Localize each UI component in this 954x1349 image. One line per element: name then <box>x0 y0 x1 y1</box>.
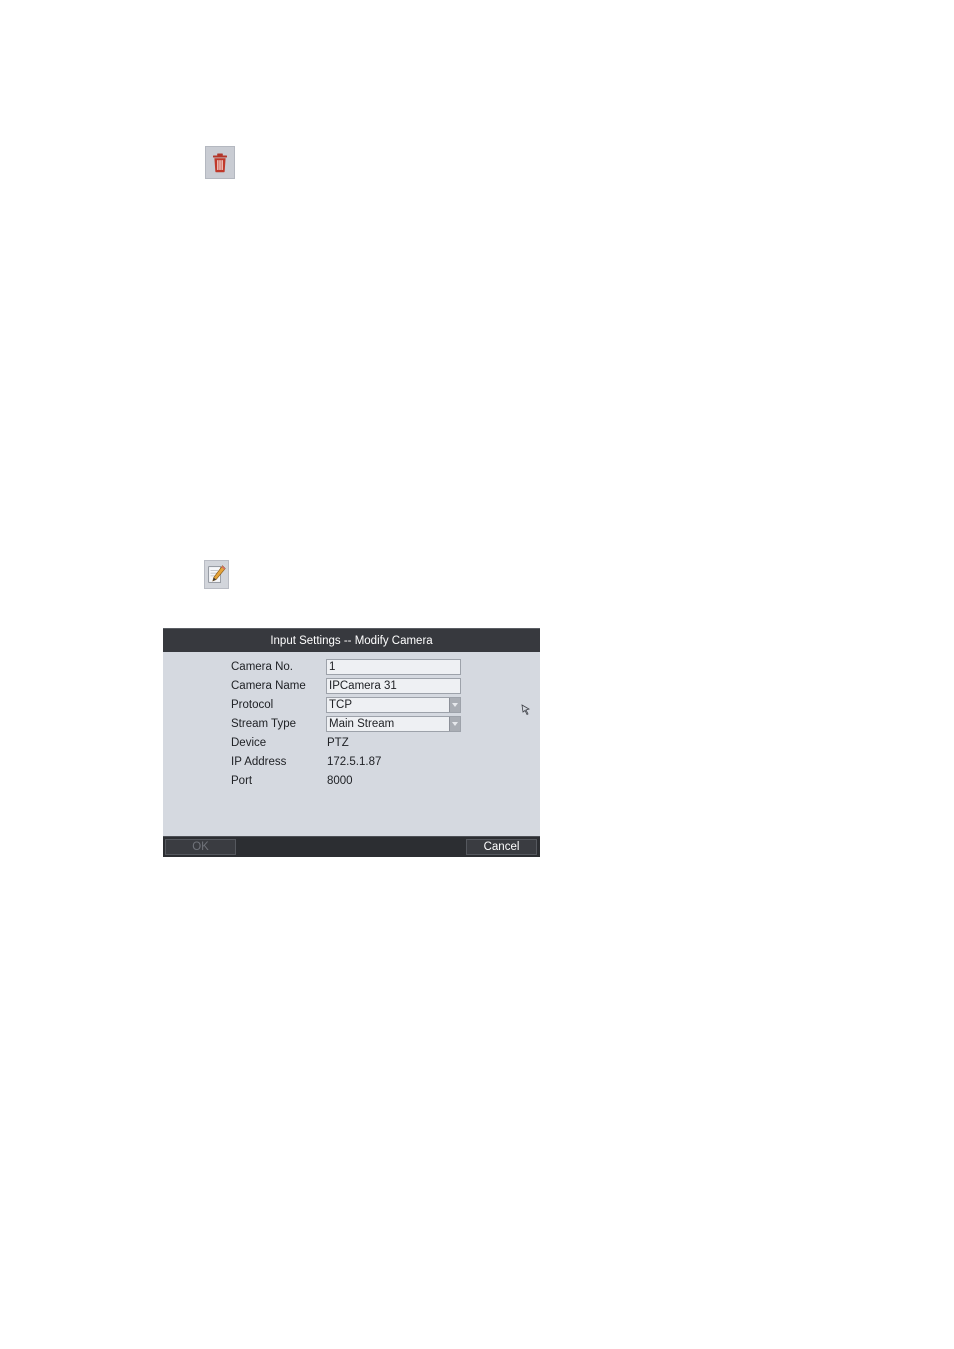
device-row: Device PTZ <box>163 734 540 752</box>
camera-name-input[interactable]: IPCamera 31 <box>326 678 461 694</box>
protocol-label: Protocol <box>231 699 274 711</box>
ip-address-row: IP Address 172.5.1.87 <box>163 753 540 771</box>
stream-type-value: Main Stream <box>329 718 395 730</box>
stream-type-row: Stream Type Main Stream <box>163 715 540 733</box>
mouse-cursor-icon <box>521 704 530 716</box>
camera-name-row: Camera Name IPCamera 31 <box>163 677 540 695</box>
chevron-down-icon[interactable] <box>449 717 460 731</box>
port-value: 8000 <box>327 775 353 787</box>
delete-button[interactable] <box>205 146 235 179</box>
port-label: Port <box>231 775 253 787</box>
ok-button[interactable]: OK <box>165 839 236 855</box>
device-value: PTZ <box>327 737 349 749</box>
dialog-body: Camera No. 1 Camera Name IPCamera 31 Pro… <box>163 652 540 836</box>
camera-name-label: Camera Name <box>231 680 306 692</box>
dialog-footer: OK Cancel <box>163 836 540 857</box>
camera-no-label: Camera No. <box>231 661 293 673</box>
trash-icon <box>213 153 227 173</box>
stream-type-label: Stream Type <box>231 718 296 730</box>
ip-address-value: 172.5.1.87 <box>327 756 382 768</box>
port-row: Port 8000 <box>163 772 540 790</box>
stream-type-select[interactable]: Main Stream <box>326 716 461 732</box>
device-label: Device <box>231 737 267 749</box>
dialog-title: Input Settings -- Modify Camera <box>163 628 540 652</box>
edit-pencil-icon <box>208 565 226 583</box>
camera-no-row: Camera No. 1 <box>163 658 540 676</box>
cancel-button[interactable]: Cancel <box>466 839 537 855</box>
protocol-value: TCP <box>329 699 352 711</box>
chevron-down-icon[interactable] <box>449 698 460 712</box>
ip-address-label: IP Address <box>231 756 287 768</box>
protocol-select[interactable]: TCP <box>326 697 461 713</box>
camera-no-input[interactable]: 1 <box>326 659 461 675</box>
modify-camera-dialog: Input Settings -- Modify Camera Camera N… <box>163 628 540 857</box>
edit-button[interactable] <box>204 560 229 589</box>
protocol-row: Protocol TCP <box>163 696 540 714</box>
